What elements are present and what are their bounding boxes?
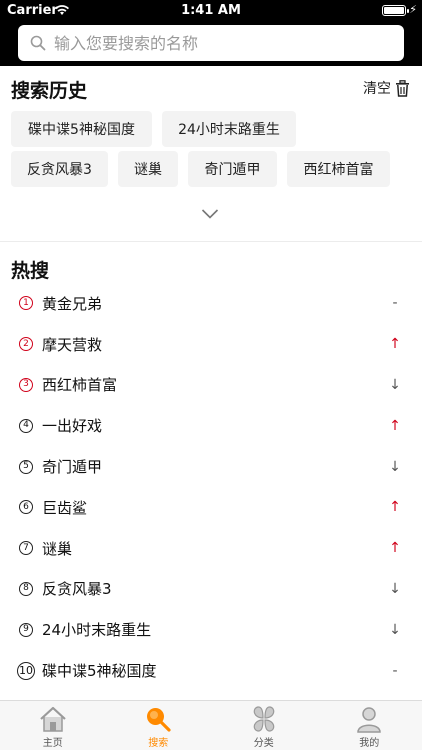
trend-up-icon: ↑ bbox=[389, 540, 401, 557]
trend-up-icon: ↑ bbox=[389, 417, 401, 434]
tab-category[interactable]: 分类 bbox=[211, 701, 317, 750]
top-bar: Carrier 1:41 AM ⚡ bbox=[0, 0, 422, 66]
search-bar[interactable] bbox=[18, 25, 404, 61]
hot-list-item[interactable]: 4 一出好戏 ↑ bbox=[0, 405, 422, 446]
rank-badge: 10 bbox=[17, 661, 35, 680]
hot-item-name: 24小时末路重生 bbox=[42, 621, 152, 640]
section-divider bbox=[0, 241, 422, 242]
clock: 1:41 AM bbox=[181, 3, 241, 18]
hot-list-item[interactable]: 1 黄金兄弟 - bbox=[0, 283, 422, 324]
clear-history-button[interactable]: 清空 bbox=[363, 78, 410, 98]
history-chip[interactable]: 碟中谍5神秘国度 bbox=[11, 111, 152, 147]
trend-down-icon: ↓ bbox=[389, 458, 401, 475]
hot-item-name: 奇门遁甲 bbox=[42, 458, 103, 477]
trend-down-icon: ↓ bbox=[389, 376, 401, 393]
tab-search[interactable]: 搜索 bbox=[106, 701, 212, 750]
trend-down-icon: ↓ bbox=[389, 621, 401, 638]
hot-list-item[interactable]: 5 奇门遁甲 ↓ bbox=[0, 446, 422, 487]
trend-flat-icon: - bbox=[392, 295, 398, 312]
rank-badge: 8 bbox=[19, 581, 33, 596]
charging-icon: ⚡ bbox=[409, 3, 417, 16]
hot-list-item[interactable]: 3 西红柿首富 ↓ bbox=[0, 365, 422, 406]
rank-badge: 4 bbox=[19, 418, 33, 433]
hot-search-title: 热搜 bbox=[11, 260, 50, 282]
history-chip[interactable]: 奇门遁甲 bbox=[188, 151, 277, 187]
battery-icon bbox=[382, 5, 409, 16]
profile-icon bbox=[357, 707, 382, 733]
hot-search-list: 1 黄金兄弟 - 2 摩天营救 ↑ 3 西红柿首富 ↓ 4 一出好戏 ↑ 5 奇… bbox=[0, 283, 422, 691]
hot-list-item[interactable]: 7 谜巢 ↑ bbox=[0, 528, 422, 569]
rank-badge: 9 bbox=[19, 622, 33, 637]
chevron-down-icon[interactable] bbox=[201, 208, 219, 220]
history-chip[interactable]: 反贪风暴3 bbox=[11, 151, 108, 187]
rank-badge: 2 bbox=[19, 337, 33, 352]
hot-item-name: 黄金兄弟 bbox=[42, 294, 103, 313]
search-icon bbox=[147, 708, 171, 732]
hot-list-item[interactable]: 2 摩天营救 ↑ bbox=[0, 324, 422, 365]
status-bar: Carrier 1:41 AM ⚡ bbox=[0, 0, 422, 22]
rank-badge: 7 bbox=[19, 541, 33, 556]
hot-item-name: 巨齿鲨 bbox=[42, 498, 88, 517]
rank-badge: 5 bbox=[19, 459, 33, 474]
history-chip[interactable]: 谜巢 bbox=[118, 151, 178, 187]
hot-item-name: 一出好戏 bbox=[42, 417, 103, 436]
search-icon bbox=[30, 35, 46, 51]
hot-item-name: 碟中谍5神秘国度 bbox=[42, 662, 157, 681]
history-chip[interactable]: 西红柿首富 bbox=[287, 151, 390, 187]
trend-down-icon: ↓ bbox=[389, 580, 401, 597]
rank-badge: 3 bbox=[19, 377, 33, 392]
tab-bar: 主页 搜索 分类 我的 bbox=[0, 700, 422, 750]
category-icon bbox=[253, 706, 275, 732]
clear-history-label: 清空 bbox=[363, 81, 391, 97]
hot-item-name: 反贪风暴3 bbox=[42, 580, 112, 599]
history-title: 搜索历史 bbox=[11, 80, 88, 102]
tab-label: 我的 bbox=[359, 738, 380, 749]
tab-profile[interactable]: 我的 bbox=[317, 701, 422, 750]
hot-list-item[interactable]: 10 碟中谍5神秘国度 - bbox=[0, 650, 422, 691]
hot-item-name: 谜巢 bbox=[42, 539, 73, 558]
rank-badge: 1 bbox=[19, 296, 33, 311]
hot-list-item[interactable]: 9 24小时末路重生 ↓ bbox=[0, 609, 422, 650]
hot-item-name: 西红柿首富 bbox=[42, 376, 118, 395]
trend-up-icon: ↑ bbox=[389, 336, 401, 353]
tab-label: 主页 bbox=[42, 738, 63, 749]
hot-list-item[interactable]: 8 反贪风暴3 ↓ bbox=[0, 569, 422, 610]
trash-icon bbox=[396, 79, 409, 97]
tab-home[interactable]: 主页 bbox=[0, 701, 106, 750]
trend-flat-icon: - bbox=[392, 662, 398, 679]
trend-up-icon: ↑ bbox=[389, 499, 401, 516]
history-chip[interactable]: 24小时末路重生 bbox=[162, 111, 296, 147]
hot-item-name: 摩天营救 bbox=[42, 335, 103, 354]
search-input[interactable] bbox=[54, 29, 394, 57]
rank-badge: 6 bbox=[19, 500, 33, 515]
home-icon bbox=[40, 706, 66, 732]
hot-list-item[interactable]: 6 巨齿鲨 ↑ bbox=[0, 487, 422, 528]
tab-label: 搜索 bbox=[148, 738, 169, 749]
tab-label: 分类 bbox=[253, 738, 274, 749]
